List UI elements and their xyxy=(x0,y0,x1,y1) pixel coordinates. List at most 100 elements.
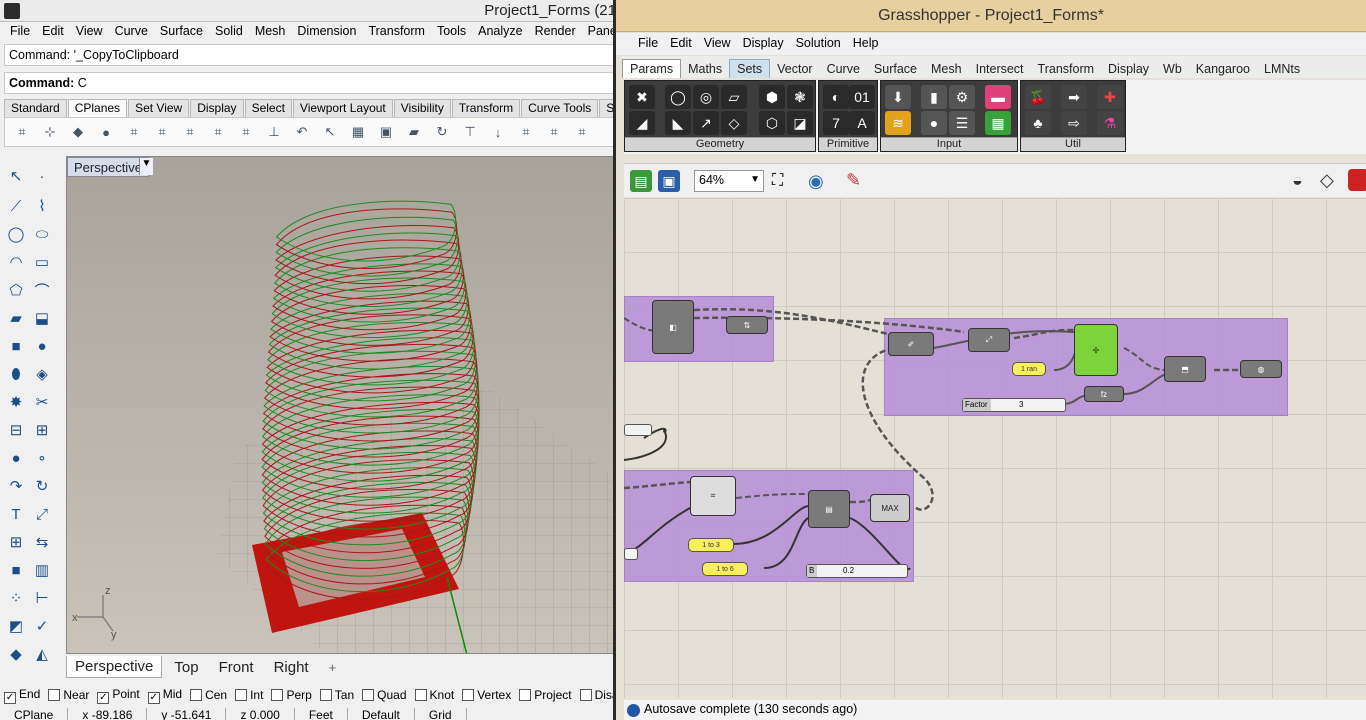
mirror-icon[interactable]: ⇆ xyxy=(30,530,54,554)
gh-tab-kangaroo[interactable]: Kangaroo xyxy=(1189,60,1257,78)
status-layer[interactable]: Default xyxy=(348,708,415,720)
geometry-param-icon[interactable]: ◪ xyxy=(787,111,813,135)
toolbar-tab-standard[interactable]: Standard xyxy=(4,99,67,117)
rectangle-icon[interactable]: ▭ xyxy=(30,250,54,274)
cplane-select-icon[interactable]: ↖ xyxy=(319,121,341,143)
gh-tab-mesh[interactable]: Mesh xyxy=(924,60,969,78)
group-geometry-caption[interactable]: Geometry xyxy=(625,137,815,151)
rotate3d-icon[interactable]: ↻ xyxy=(30,474,54,498)
cplane-curve-icon[interactable]: ⌗ xyxy=(151,121,173,143)
solid-box-icon[interactable]: ■ xyxy=(4,558,28,582)
cplane-undo-icon[interactable]: ↶ xyxy=(291,121,313,143)
cplane-3pt-icon[interactable]: ⌗ xyxy=(123,121,145,143)
brep-component[interactable]: ⬒ xyxy=(1164,356,1206,382)
bake-component[interactable]: ◍ xyxy=(1240,360,1282,378)
vector-amp-component[interactable]: ⇅ xyxy=(726,316,768,334)
osnap-checkbox[interactable] xyxy=(579,689,592,701)
gh-tab-vector[interactable]: Vector xyxy=(770,60,819,78)
osnap-end[interactable]: ✓ End xyxy=(4,687,40,704)
osnap-quad[interactable]: Quad xyxy=(362,688,407,702)
osnap-int[interactable]: Int xyxy=(235,688,263,702)
array-icon[interactable]: ⊞ xyxy=(4,530,28,554)
surface-param-icon[interactable]: ⬡ xyxy=(759,111,785,135)
rhino-menu-render[interactable]: Render xyxy=(529,22,582,42)
osnap-checkbox[interactable]: ✓ xyxy=(147,691,160,704)
rhino-menu-panels[interactable]: Panels xyxy=(582,22,616,42)
viewport-tab-right[interactable]: Right xyxy=(266,657,317,678)
text-icon[interactable]: T xyxy=(4,502,28,526)
cplane-object-icon[interactable]: ◆ xyxy=(67,121,89,143)
gh-menu-file[interactable]: File xyxy=(632,33,664,55)
zoom-dropdown[interactable]: 64% ▼ xyxy=(694,170,764,192)
cplane-save-icon[interactable]: ▣ xyxy=(375,121,397,143)
cplane-origin-icon[interactable]: ⊹ xyxy=(39,121,61,143)
max-component[interactable]: MAX xyxy=(870,494,910,522)
cplane-world-icon[interactable]: ⌗ xyxy=(11,121,33,143)
osnap-checkbox[interactable] xyxy=(519,689,532,701)
osnap-point[interactable]: ✓ Point xyxy=(97,687,140,704)
shaded-mode-icon[interactable] xyxy=(1348,169,1366,191)
arc-param-icon[interactable]: ◎ xyxy=(693,85,719,109)
graph-mapper-component[interactable]: ⤢ xyxy=(968,328,1010,352)
osnap-checkbox[interactable] xyxy=(235,689,248,701)
osnap-checkbox[interactable] xyxy=(362,689,375,701)
rhino-menu-solid[interactable]: Solid xyxy=(209,22,249,42)
osnap-checkbox[interactable] xyxy=(319,689,332,701)
toolbar-tab-select[interactable]: Select xyxy=(244,99,292,117)
rhino-menu-transform[interactable]: Transform xyxy=(362,22,431,42)
gh-tab-surface[interactable]: Surface xyxy=(867,60,924,78)
rhino-menu-mesh[interactable]: Mesh xyxy=(249,22,292,42)
brep-param-icon[interactable]: ⬢ xyxy=(759,85,785,109)
point-on-curve-component[interactable]: ⌗ xyxy=(690,476,736,516)
check-icon[interactable]: ✓ xyxy=(30,614,54,638)
rhino-menu-dimension[interactable]: Dimension xyxy=(291,22,362,42)
loft-component[interactable]: ✢ xyxy=(1074,324,1118,376)
join-icon[interactable]: ⊞ xyxy=(30,418,54,442)
command-input-value[interactable]: C xyxy=(78,76,87,90)
gradient-icon[interactable]: ▬ xyxy=(985,85,1011,109)
cplane-open-icon[interactable]: ▰ xyxy=(403,121,425,143)
viewport-tab-perspective[interactable]: Perspective xyxy=(66,656,163,678)
matrix-icon[interactable]: ▦ xyxy=(985,111,1011,135)
status-grid[interactable]: Grid xyxy=(415,708,467,720)
toggle-icon[interactable]: ▮ xyxy=(921,85,947,109)
tree-icon[interactable]: ♣ xyxy=(1025,111,1051,135)
number-param-icon[interactable]: 7 xyxy=(823,111,849,135)
viewport-menu-dropdown[interactable]: ▼ xyxy=(139,158,153,175)
mesh-param-icon[interactable]: ❃ xyxy=(787,85,813,109)
cherry-picker-icon[interactable]: 🍒 xyxy=(1025,85,1051,109)
cplane-refresh-icon[interactable]: ↻ xyxy=(431,121,453,143)
gh-tab-params[interactable]: Params xyxy=(622,59,682,78)
grid-array-icon[interactable]: ⁘ xyxy=(4,586,28,610)
preview-mode-icon[interactable]: ◒ xyxy=(1292,170,1303,191)
cplane-view-icon[interactable]: ⌗ xyxy=(235,121,257,143)
b-slider[interactable]: B 0.2 xyxy=(806,564,908,578)
osnap-knot[interactable]: Knot xyxy=(414,688,454,702)
cplane-top-icon[interactable]: ⊤ xyxy=(459,121,481,143)
scale-icon[interactable]: ⤢ xyxy=(30,502,54,526)
status-units[interactable]: Feet xyxy=(295,708,348,720)
gh-tab-wb[interactable]: Wb xyxy=(1156,60,1189,78)
polygon-icon[interactable]: ⬠ xyxy=(4,278,28,302)
sketch-pen-icon[interactable]: ✎ xyxy=(846,170,861,191)
osnap-checkbox[interactable] xyxy=(462,689,475,701)
open-file-icon[interactable]: ▤ xyxy=(630,170,652,192)
arc-icon[interactable]: ◠ xyxy=(4,250,28,274)
gh-menu-display[interactable]: Display xyxy=(737,33,790,55)
sound-wave-icon[interactable]: ≋ xyxy=(885,111,911,135)
panel-node[interactable]: 1 ran xyxy=(1012,362,1046,376)
rhino-menu-curve[interactable]: Curve xyxy=(109,22,154,42)
cplane-grid-icon[interactable]: ▦ xyxy=(347,121,369,143)
factor-slider[interactable]: Factor 3 xyxy=(962,398,1066,412)
rhino-menu-file[interactable]: File xyxy=(4,22,36,42)
cplane-rotate-icon[interactable]: ⌗ xyxy=(179,121,201,143)
add-viewport-tab-button[interactable]: + xyxy=(321,658,345,677)
osnap-checkbox[interactable] xyxy=(190,689,203,701)
fitness-icon[interactable]: ✚ xyxy=(1097,85,1123,109)
rhino-app-icon[interactable] xyxy=(4,3,20,19)
left-slider[interactable] xyxy=(624,424,652,436)
osnap-vertex[interactable]: Vertex xyxy=(462,688,511,702)
explode-icon[interactable]: ✸ xyxy=(4,390,28,414)
remap-component[interactable]: ✐ xyxy=(888,332,934,356)
toolbar-tab-display[interactable]: Display xyxy=(190,99,244,117)
